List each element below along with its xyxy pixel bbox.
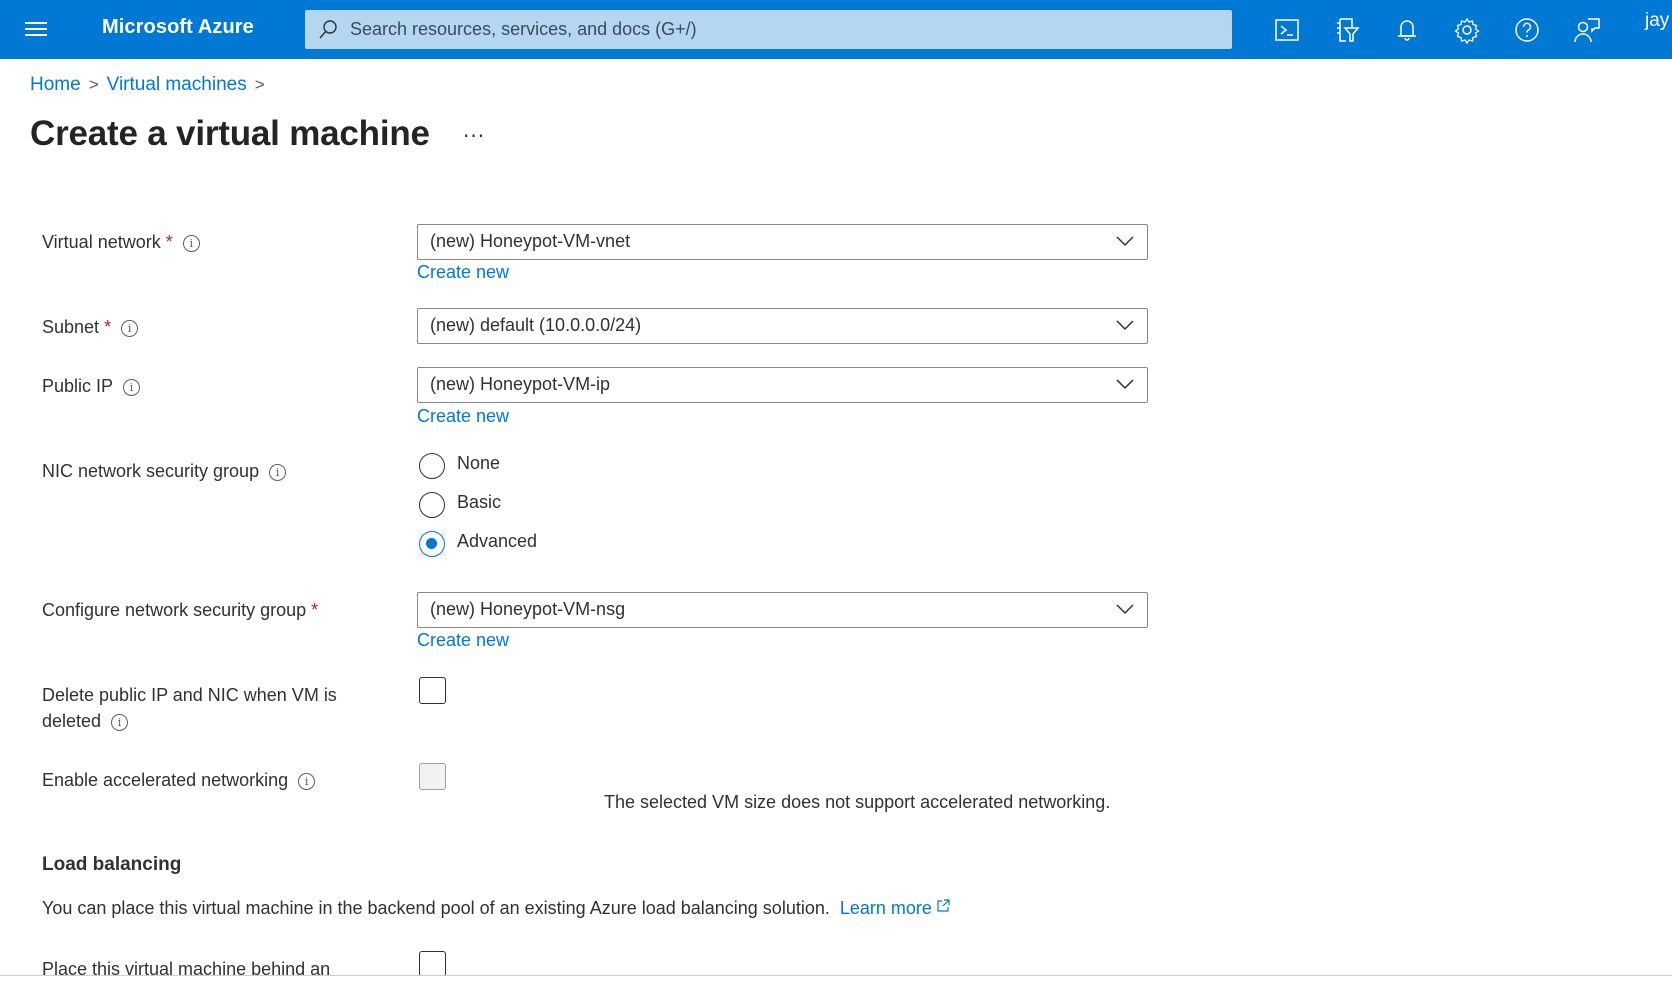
configure-nsg-label-text: Configure network security group bbox=[42, 600, 307, 620]
bottom-action-bar bbox=[0, 976, 1672, 1003]
info-icon[interactable]: i bbox=[111, 714, 129, 731]
radio-label-none: None bbox=[457, 453, 501, 473]
help-question-icon[interactable] bbox=[1512, 15, 1542, 45]
chevron-down-icon bbox=[1116, 379, 1134, 390]
subnet-dropdown[interactable]: (new) default (10.0.0.0/24) bbox=[417, 308, 1148, 344]
info-icon[interactable]: i bbox=[269, 464, 287, 481]
breadcrumb: Home > Virtual machines > bbox=[30, 74, 273, 96]
virtual-network-label-text: Virtual network bbox=[42, 232, 161, 252]
breadcrumb-home[interactable]: Home bbox=[30, 74, 81, 95]
load-balancing-description-text: You can place this virtual machine in th… bbox=[42, 898, 830, 918]
required-asterisk: * bbox=[311, 600, 319, 620]
subnet-label-text: Subnet bbox=[42, 317, 100, 337]
search-placeholder: Search resources, services, and docs (G+… bbox=[350, 19, 697, 39]
delete-public-ip-label: Delete public IP and NIC when VM is dele… bbox=[42, 682, 337, 734]
required-asterisk: * bbox=[165, 232, 173, 252]
virtual-network-label: Virtual network * i bbox=[42, 229, 200, 255]
search-icon bbox=[319, 20, 337, 39]
info-icon[interactable]: i bbox=[123, 379, 141, 396]
load-balancing-description: You can place this virtual machine in th… bbox=[42, 898, 950, 919]
virtual-network-dropdown[interactable]: (new) Honeypot-VM-vnet bbox=[417, 224, 1148, 260]
more-options-button[interactable]: ··· bbox=[463, 124, 485, 148]
hamburger-menu-icon[interactable] bbox=[22, 18, 50, 40]
public-ip-value: (new) Honeypot-VM-ip bbox=[430, 374, 611, 394]
delete-public-ip-label-line2: deleted bbox=[42, 711, 102, 731]
external-link-icon bbox=[937, 899, 950, 912]
breadcrumb-separator-icon: > bbox=[254, 75, 265, 94]
account-user-name[interactable]: jay bbox=[1645, 10, 1669, 32]
configure-nsg-label: Configure network security group * bbox=[42, 597, 318, 623]
learn-more-text: Learn more bbox=[839, 898, 932, 918]
notifications-bell-icon[interactable] bbox=[1392, 15, 1422, 45]
nic-nsg-label: NIC network security group i bbox=[42, 458, 287, 484]
configure-nsg-value: (new) Honeypot-VM-nsg bbox=[430, 599, 626, 619]
configure-nsg-create-new-link[interactable]: Create new bbox=[417, 630, 509, 651]
accelerated-networking-label-text: Enable accelerated networking bbox=[42, 770, 289, 790]
subnet-value: (new) default (10.0.0.0/24) bbox=[430, 315, 642, 335]
nic-nsg-label-text: NIC network security group bbox=[42, 461, 260, 481]
radio-circle[interactable] bbox=[419, 453, 445, 479]
settings-gear-icon[interactable] bbox=[1452, 15, 1482, 45]
chevron-down-icon bbox=[1116, 236, 1134, 247]
radio-circle[interactable] bbox=[419, 492, 445, 518]
breadcrumb-virtual-machines[interactable]: Virtual machines bbox=[107, 74, 247, 95]
delete-public-ip-label-line1: Delete public IP and NIC when VM is bbox=[42, 685, 337, 705]
accelerated-networking-checkbox bbox=[419, 763, 446, 790]
bottom-divider bbox=[0, 975, 1672, 976]
top-navigation-bar: Microsoft Azure Search resources, servic… bbox=[0, 0, 1672, 59]
required-asterisk: * bbox=[104, 317, 112, 337]
radio-circle-selected[interactable] bbox=[419, 531, 445, 557]
learn-more-link[interactable]: Learn more bbox=[840, 898, 950, 918]
subnet-label: Subnet * i bbox=[42, 314, 139, 340]
public-ip-create-new-link[interactable]: Create new bbox=[417, 406, 509, 427]
directory-filter-icon[interactable] bbox=[1332, 15, 1362, 45]
place-behind-lb-checkbox[interactable] bbox=[419, 951, 446, 978]
public-ip-label-text: Public IP bbox=[42, 376, 114, 396]
global-search-input[interactable]: Search resources, services, and docs (G+… bbox=[305, 10, 1232, 49]
info-icon[interactable]: i bbox=[182, 235, 200, 252]
page-title: Create a virtual machine bbox=[30, 114, 430, 153]
public-ip-dropdown[interactable]: (new) Honeypot-VM-ip bbox=[417, 367, 1148, 403]
accelerated-networking-label: Enable accelerated networking i bbox=[42, 767, 316, 793]
accelerated-networking-note: The selected VM size does not support ac… bbox=[604, 792, 1111, 812]
radio-label-advanced: Advanced bbox=[457, 531, 538, 551]
feedback-icon[interactable] bbox=[1572, 15, 1602, 45]
configure-nsg-dropdown[interactable]: (new) Honeypot-VM-nsg bbox=[417, 592, 1148, 628]
radio-label-basic: Basic bbox=[457, 492, 502, 512]
virtual-network-create-new-link[interactable]: Create new bbox=[417, 262, 509, 283]
breadcrumb-separator-icon: > bbox=[88, 75, 99, 94]
virtual-network-value: (new) Honeypot-VM-vnet bbox=[430, 231, 631, 251]
load-balancing-heading: Load balancing bbox=[42, 854, 182, 875]
chevron-down-icon bbox=[1116, 320, 1134, 331]
brand-logo-text[interactable]: Microsoft Azure bbox=[102, 16, 254, 39]
info-icon[interactable]: i bbox=[121, 320, 139, 337]
public-ip-label: Public IP i bbox=[42, 373, 141, 399]
delete-public-ip-checkbox[interactable] bbox=[419, 677, 446, 704]
info-icon[interactable]: i bbox=[298, 773, 316, 790]
cloud-shell-icon[interactable] bbox=[1272, 15, 1302, 45]
chevron-down-icon bbox=[1116, 604, 1134, 615]
